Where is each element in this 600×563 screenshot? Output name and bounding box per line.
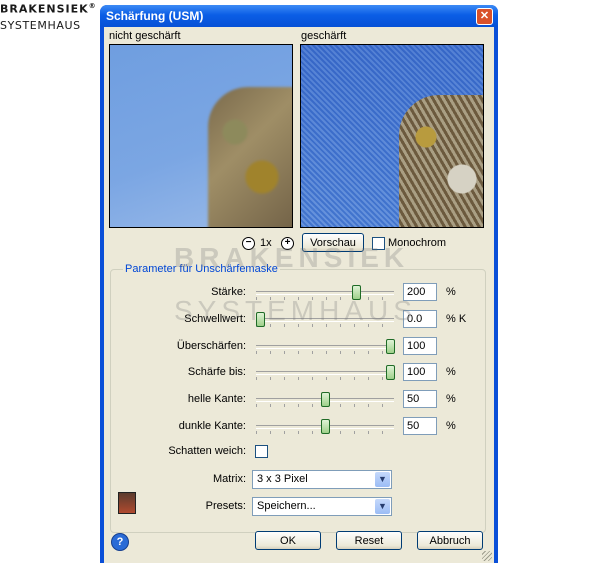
reset-button[interactable]: Reset — [336, 531, 402, 550]
monochrome-checkbox[interactable] — [372, 237, 385, 250]
param-value-input[interactable]: 100 — [403, 363, 437, 381]
brand-name: BRAKENSIEK — [0, 2, 89, 16]
param-unit: % — [446, 286, 456, 298]
group-title: Parameter für Unschärfemaske — [123, 263, 280, 275]
cancel-button[interactable]: Abbruch — [417, 531, 483, 550]
param-label: Stärke: — [211, 286, 246, 298]
dialog-title: Schärfung (USM) — [106, 9, 204, 23]
soft-shadow-checkbox[interactable] — [255, 445, 268, 458]
slider-track[interactable] — [256, 291, 394, 295]
slider-thumb[interactable] — [352, 285, 361, 300]
matrix-value: 3 x 3 Pixel — [257, 473, 308, 485]
zoom-out-icon[interactable]: − — [242, 237, 255, 250]
param-label: dunkle Kante: — [178, 420, 246, 432]
preview-before-image — [109, 44, 293, 228]
registered-mark: ® — [88, 2, 97, 10]
sharpen-dialog: Schärfung (USM) ✕ nicht geschärft geschä… — [100, 5, 498, 563]
zoom-in-icon[interactable]: + — [281, 237, 294, 250]
param-value-input[interactable]: 50 — [403, 417, 437, 435]
slider-thumb[interactable] — [321, 392, 330, 407]
presets-label: Presets: — [205, 500, 246, 512]
param-value-input[interactable]: 200 — [403, 283, 437, 301]
param-unit: % K — [446, 313, 467, 325]
param-value-input[interactable]: 50 — [403, 390, 437, 408]
presets-select[interactable]: Speichern... ▼ — [252, 497, 392, 516]
param-unit: % — [446, 420, 456, 432]
param-value-input[interactable]: 100 — [403, 337, 437, 355]
param-unit: % — [446, 366, 456, 378]
monochrome-label: Monochrom — [388, 237, 447, 249]
slider-ticks — [256, 324, 394, 327]
param-label: helle Kante: — [187, 393, 246, 405]
ok-button[interactable]: OK — [255, 531, 321, 550]
param-value-input[interactable]: 0.0 — [403, 310, 437, 328]
slider-thumb[interactable] — [386, 339, 395, 354]
brand-logo: BRAKENSIEK® SYSTEMHAUS — [0, 2, 100, 32]
slider-thumb[interactable] — [386, 365, 395, 380]
resize-grip[interactable] — [482, 551, 492, 561]
presets-value: Speichern... — [257, 500, 316, 512]
zoom-level: 1x — [260, 237, 272, 249]
preview-before-label: nicht geschärft — [109, 30, 181, 42]
dialog-client: nicht geschärft geschärft − 1x + Vorscha… — [104, 27, 494, 563]
slider-ticks — [256, 377, 394, 380]
slider-track[interactable] — [256, 345, 394, 349]
param-label: Schärfe bis: — [187, 366, 246, 378]
preview-after-image — [300, 44, 484, 228]
preview-after-label: geschärft — [301, 30, 347, 42]
chevron-down-icon[interactable]: ▼ — [375, 499, 390, 514]
close-button[interactable]: ✕ — [476, 8, 493, 25]
slider-ticks — [256, 351, 394, 354]
title-bar[interactable]: Schärfung (USM) ✕ — [100, 5, 498, 27]
chevron-down-icon[interactable]: ▼ — [375, 472, 390, 487]
param-unit: % — [446, 393, 456, 405]
soft-shadow-label: Schatten weich: — [168, 445, 246, 457]
slider-track[interactable] — [256, 318, 394, 322]
slider-ticks — [256, 297, 394, 300]
matrix-label: Matrix: — [213, 473, 246, 485]
param-label: Überschärfen: — [176, 340, 246, 352]
param-label: Schwellwert: — [184, 313, 246, 325]
brand-subtitle: SYSTEMHAUS — [0, 18, 81, 32]
matrix-select[interactable]: 3 x 3 Pixel ▼ — [252, 470, 392, 489]
help-icon[interactable]: ? — [111, 533, 129, 551]
slider-thumb[interactable] — [321, 419, 330, 434]
preview-button[interactable]: Vorschau — [302, 233, 364, 252]
slider-thumb[interactable] — [256, 312, 265, 327]
slider-track[interactable] — [256, 371, 394, 375]
